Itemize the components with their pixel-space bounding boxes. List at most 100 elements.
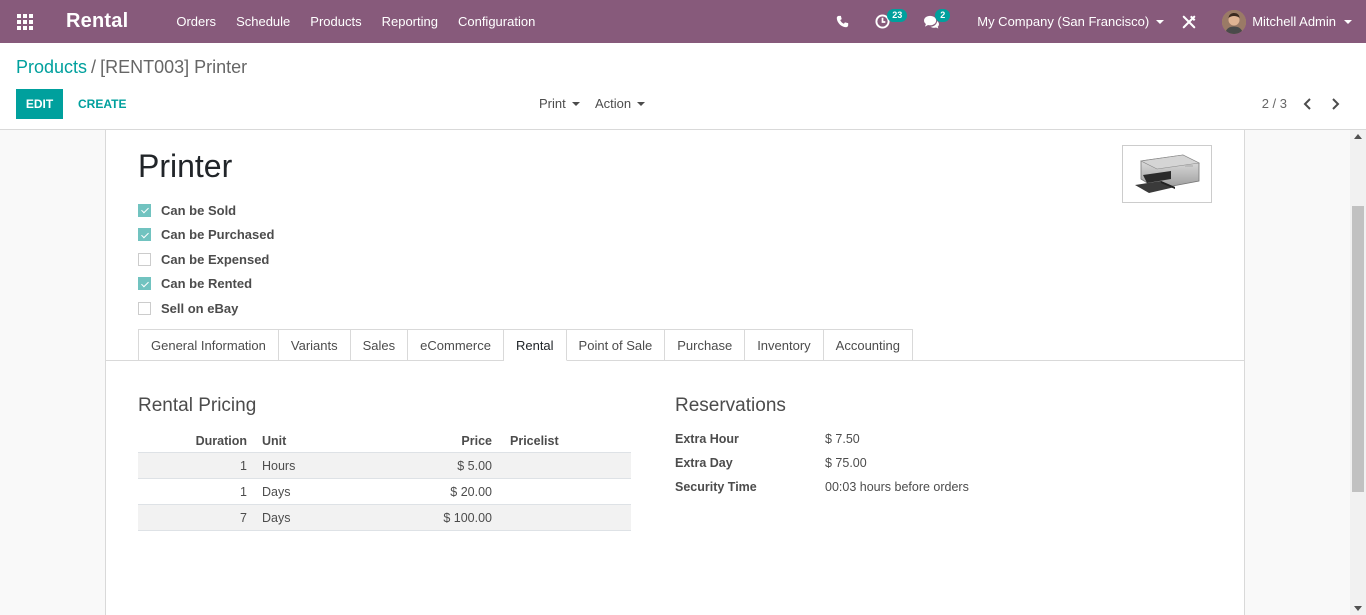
navbar-systray: 23 2 My Company (San Francisco) Mitchell… [827, 0, 1366, 43]
option-can-be-rented[interactable]: Can be Rented [138, 272, 274, 297]
print-label: Print [539, 96, 566, 111]
label-can-be-rented: Can be Rented [161, 276, 253, 292]
column-pricelist[interactable]: Pricelist [492, 429, 631, 452]
cell-duration: 1 [240, 484, 247, 499]
label-extra-day: Extra Day [675, 456, 733, 470]
cell-duration: 7 [240, 510, 247, 525]
form-view: Printer Can be Sold Can be Purchased Can… [0, 130, 1350, 615]
breadcrumb: Products / [RENT003] Printer [16, 57, 247, 78]
pager-next-icon[interactable] [1325, 89, 1345, 119]
checkbox-can-be-rented[interactable] [138, 277, 151, 291]
rental-pricing-table: Duration Unit Price Pricelist 1 Hours $ … [138, 429, 631, 531]
breadcrumb-products-link[interactable]: Products [16, 57, 87, 77]
column-duration[interactable]: Duration [138, 429, 254, 452]
option-sell-on-ebay[interactable]: Sell on eBay [138, 296, 274, 321]
scrollbar-thumb[interactable] [1352, 206, 1364, 492]
vertical-scrollbar[interactable] [1350, 130, 1366, 615]
tab-purchase[interactable]: Purchase [665, 329, 746, 361]
breadcrumb-separator: / [91, 57, 97, 77]
tab-general-information[interactable]: General Information [138, 329, 279, 361]
option-can-be-purchased[interactable]: Can be Purchased [138, 223, 274, 248]
top-navbar: Rental Orders Schedule Products Reportin… [0, 0, 1366, 43]
label-can-be-sold: Can be Sold [161, 202, 237, 218]
app-brand[interactable]: Rental [66, 10, 128, 33]
edit-button[interactable]: EDIT [16, 89, 63, 119]
menu-orders[interactable]: Orders [166, 0, 226, 43]
value-security-time[interactable]: 00:03 hours before orders [825, 480, 969, 494]
tab-sales[interactable]: Sales [350, 329, 409, 361]
cell-unit: Hours [262, 458, 296, 473]
table-row[interactable]: 7 Days $ 100.00 [138, 505, 631, 531]
create-button[interactable]: CREATE [71, 89, 133, 119]
cell-unit: Days [262, 484, 291, 499]
tab-variants[interactable]: Variants [278, 329, 351, 361]
field-security-time: Security Time 00:03 hours before orders [675, 475, 969, 499]
avatar [1222, 9, 1247, 34]
tab-accounting[interactable]: Accounting [823, 329, 913, 361]
option-can-be-sold[interactable]: Can be Sold [138, 198, 274, 223]
cell-price: $ 100.00 [443, 510, 492, 525]
tab-ecommerce[interactable]: eCommerce [408, 329, 504, 361]
tab-rental[interactable]: Rental [503, 329, 567, 361]
menu-schedule[interactable]: Schedule [226, 0, 300, 43]
reservations-title: Reservations [675, 395, 786, 416]
pager-previous-icon[interactable] [1297, 89, 1317, 119]
activities-clock-icon[interactable]: 23 [863, 0, 909, 43]
product-image[interactable] [1122, 145, 1212, 203]
user-name: Mitchell Admin [1252, 14, 1336, 29]
menu-configuration[interactable]: Configuration [448, 0, 545, 43]
messages-chat-icon[interactable]: 2 [915, 0, 955, 43]
checkbox-sell-on-ebay[interactable] [138, 301, 151, 315]
main-menu: Orders Schedule Products Reporting Confi… [166, 0, 545, 43]
value-extra-hour[interactable]: $ 7.50 [825, 432, 860, 446]
phone-icon[interactable] [827, 0, 857, 43]
option-can-be-expensed[interactable]: Can be Expensed [138, 247, 274, 272]
cell-duration: 1 [240, 458, 247, 473]
action-dropdown[interactable]: Action [595, 89, 646, 119]
tab-inventory[interactable]: Inventory [745, 329, 824, 361]
product-options: Can be Sold Can be Purchased Can be Expe… [138, 198, 274, 321]
cell-unit: Days [262, 510, 291, 525]
reservations-fields: Extra Hour $ 7.50 Extra Day $ 75.00 Secu… [675, 427, 969, 499]
field-extra-day: Extra Day $ 75.00 [675, 451, 969, 475]
activities-badge: 23 [887, 9, 908, 22]
label-extra-hour: Extra Hour [675, 432, 739, 446]
field-extra-hour: Extra Hour $ 7.50 [675, 427, 969, 451]
cell-price: $ 20.00 [450, 484, 492, 499]
chevron-down-icon [1156, 19, 1165, 24]
messages-badge: 2 [935, 9, 951, 22]
table-row[interactable]: 1 Hours $ 5.00 [138, 453, 631, 479]
menu-products[interactable]: Products [300, 0, 371, 43]
label-security-time: Security Time [675, 480, 757, 494]
user-menu[interactable]: Mitchell Admin [1222, 9, 1352, 34]
scroll-down-arrow-icon[interactable] [1354, 606, 1362, 611]
chevron-down-icon [571, 102, 580, 106]
value-extra-day[interactable]: $ 75.00 [825, 456, 867, 470]
company-name: My Company (San Francisco) [977, 14, 1150, 29]
cell-price: $ 5.00 [457, 458, 492, 473]
pager-value[interactable]: 2 / 3 [1262, 89, 1287, 119]
label-can-be-expensed: Can be Expensed [161, 251, 270, 267]
breadcrumb-current: [RENT003] Printer [100, 57, 248, 77]
chevron-down-icon [637, 102, 646, 106]
label-can-be-purchased: Can be Purchased [161, 227, 275, 243]
product-name[interactable]: Printer [138, 148, 232, 185]
tab-point-of-sale[interactable]: Point of Sale [566, 329, 666, 361]
scroll-up-arrow-icon[interactable] [1354, 134, 1362, 139]
table-row[interactable]: 1 Days $ 20.00 [138, 479, 631, 505]
label-sell-on-ebay: Sell on eBay [161, 300, 239, 316]
checkbox-can-be-expensed[interactable] [138, 252, 151, 266]
menu-reporting[interactable]: Reporting [372, 0, 448, 43]
action-label: Action [595, 96, 632, 111]
checkbox-can-be-sold[interactable] [138, 203, 151, 217]
rental-pricing-title: Rental Pricing [138, 395, 257, 416]
chevron-down-icon [1344, 19, 1352, 24]
notebook-tabs: General Information Variants Sales eComm… [106, 329, 1244, 361]
debug-tools-icon[interactable] [1178, 0, 1200, 43]
checkbox-can-be-purchased[interactable] [138, 228, 151, 242]
column-price[interactable]: Price [369, 429, 492, 452]
apps-menu-icon[interactable] [0, 0, 50, 43]
company-switcher[interactable]: My Company (San Francisco) [977, 14, 1165, 29]
print-dropdown[interactable]: Print [539, 89, 580, 119]
column-unit[interactable]: Unit [254, 429, 369, 452]
